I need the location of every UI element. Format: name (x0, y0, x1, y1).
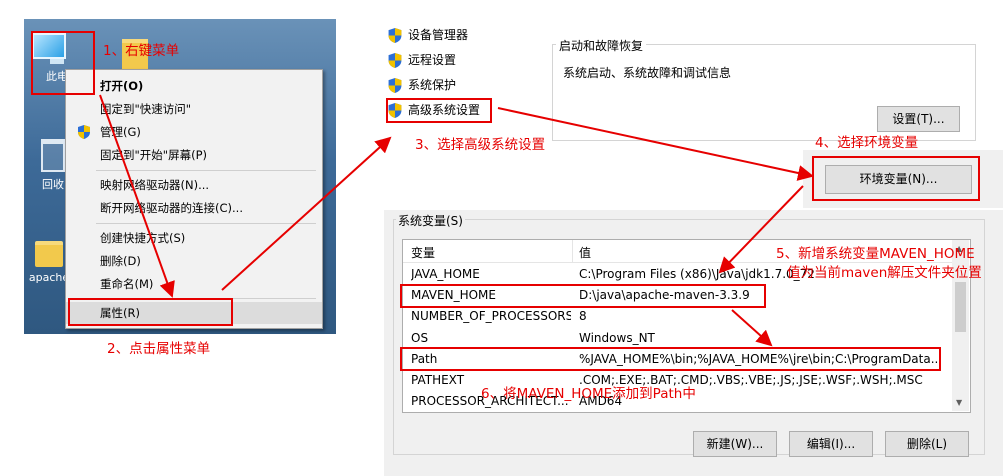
arrow-step4 (497, 107, 814, 181)
annotation-arrows (99, 94, 814, 347)
annotation-step5-line2: 值为当前maven解压文件夹位置 (787, 265, 982, 281)
annotation-step6: 6、将MAVEN_HOME添加到Path中 (481, 386, 696, 402)
arrow-step3 (221, 136, 392, 291)
annotation-step4: 4、选择环境变量 (815, 135, 919, 151)
arrow-step1 (99, 94, 175, 298)
annotation-step3: 3、选择高级系统设置 (415, 137, 546, 153)
annotation-step1: 1、右键菜单 (103, 43, 180, 59)
arrow-step6 (731, 309, 773, 347)
annotation-step5-line1: 5、新增系统变量MAVEN_HOME (776, 246, 975, 262)
annotation-step2: 2、点击属性菜单 (107, 341, 211, 357)
